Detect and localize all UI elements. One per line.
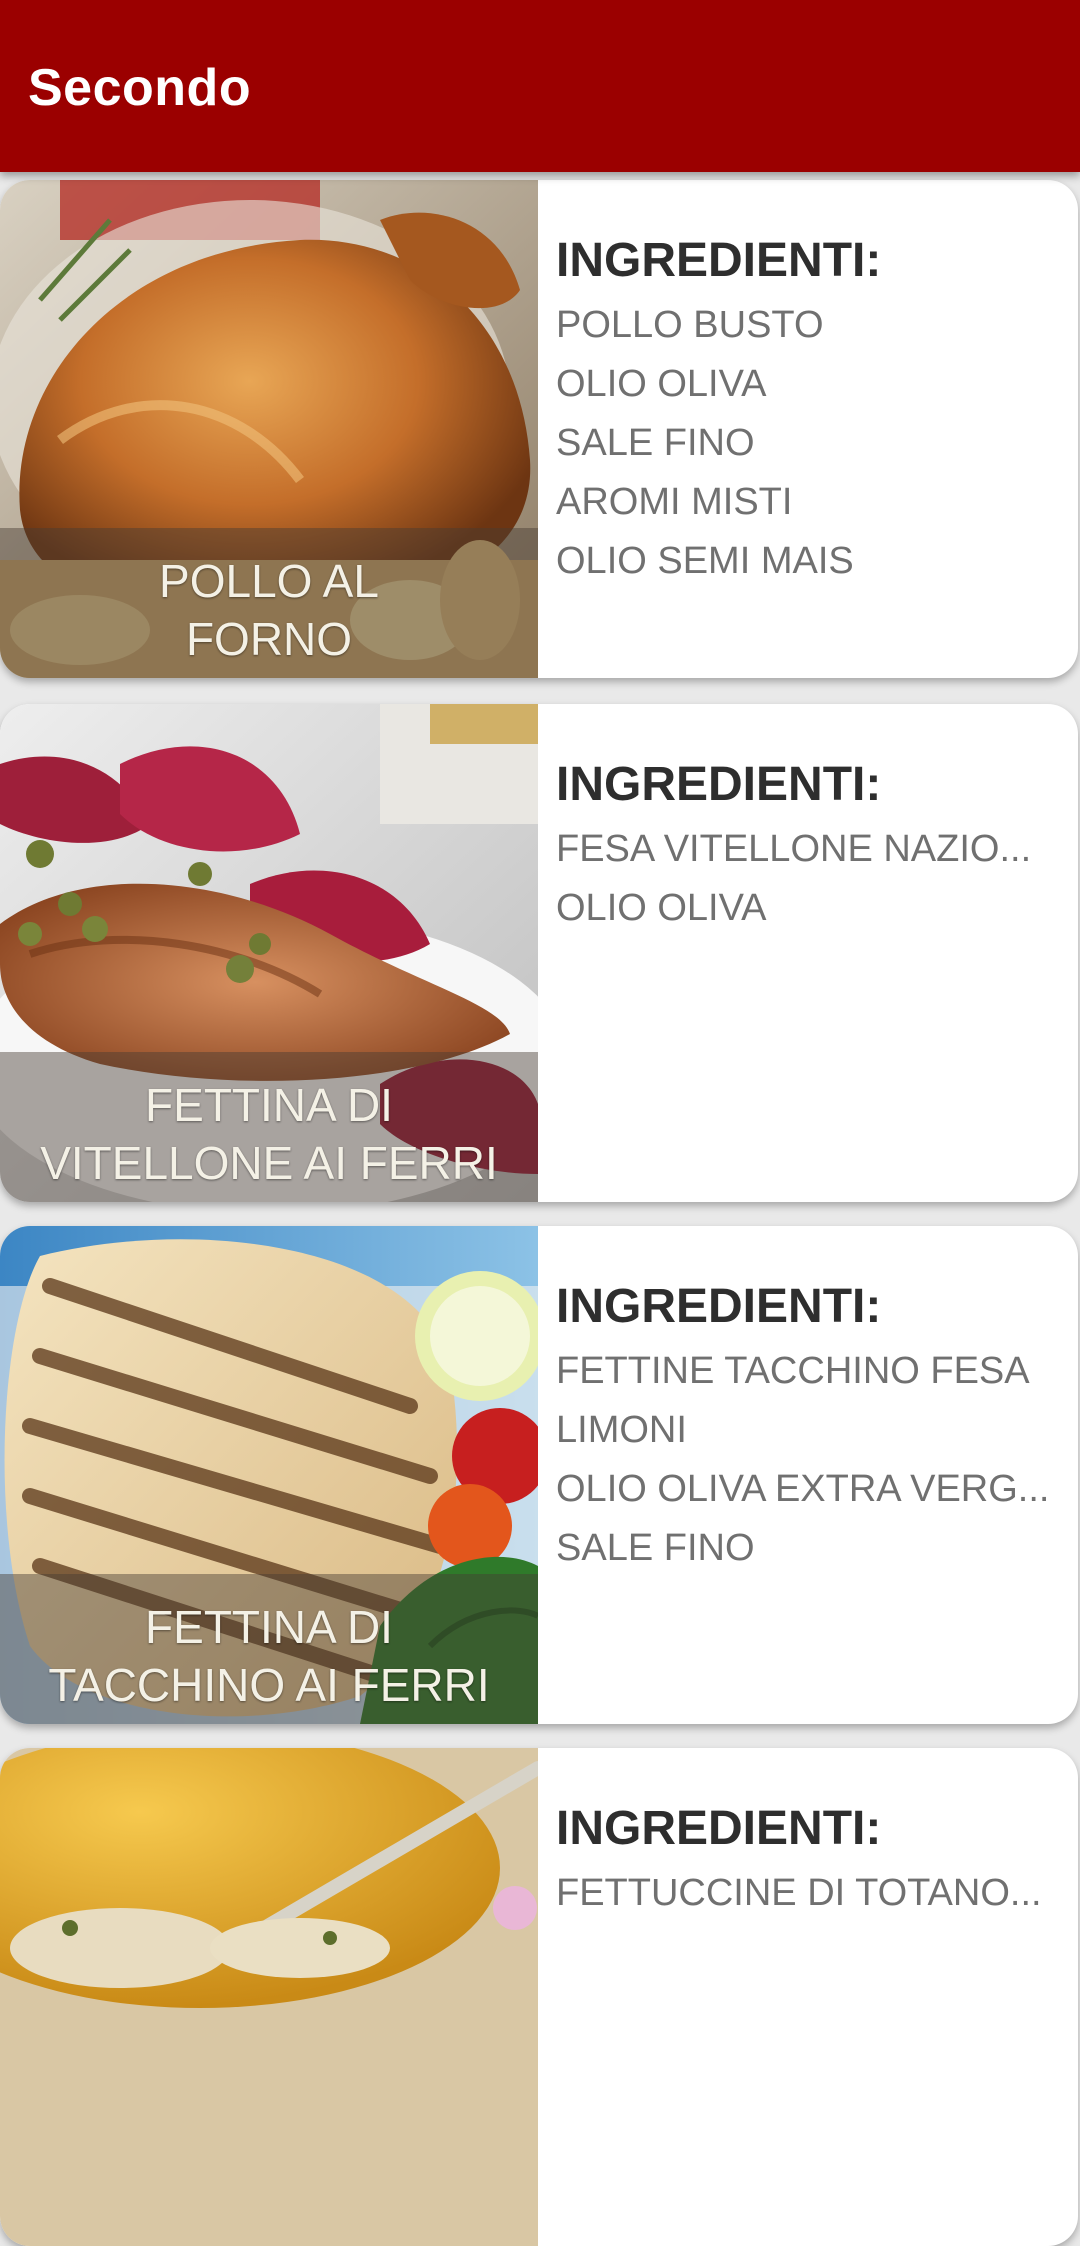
recipe-card-pollo-al-forno[interactable]: POLLO AL FORNO INGREDIENTI: POLLO BUSTO … xyxy=(0,180,1078,678)
ingredients-title: INGREDIENTI: xyxy=(556,1802,882,1855)
ingredient-item: POLLO BUSTO xyxy=(556,304,824,346)
ingredient-item: FETTUCCINE DI TOTANO... xyxy=(556,1872,1042,1914)
ingredients-title: INGREDIENTI: xyxy=(556,234,882,287)
ingredient-item: SALE FINO xyxy=(556,1527,755,1569)
ingredients-title: INGREDIENTI: xyxy=(556,1280,882,1333)
recipe-image-fettuccine-totano xyxy=(0,1748,538,2246)
recipe-name-line1: FETTINA DI xyxy=(145,1079,393,1131)
app-bar: Secondo xyxy=(0,0,1080,172)
ingredients-panel: INGREDIENTI: FETTUCCINE DI TOTANO... xyxy=(538,1748,1078,2246)
recipe-name: POLLO AL FORNO xyxy=(0,552,538,668)
ingredients-title: INGREDIENTI: xyxy=(556,758,882,811)
ingredient-item: OLIO SEMI MAIS xyxy=(556,540,854,582)
ingredient-item: LIMONI xyxy=(556,1409,687,1451)
recipe-card-fettina-tacchino[interactable]: FETTINA DI TACCHINO AI FERRI INGREDIENTI… xyxy=(0,1226,1078,1724)
recipe-name-line2: FORNO xyxy=(185,613,353,665)
ingredient-item: OLIO OLIVA EXTRA VERG... xyxy=(556,1468,1050,1510)
recipe-name-line1: FETTINA DI xyxy=(145,1601,393,1653)
ingredients-panel: INGREDIENTI: FETTINE TACCHINO FESA LIMON… xyxy=(538,1226,1078,1724)
recipe-card-fettina-vitellone[interactable]: FETTINA DI VITELLONE AI FERRI INGREDIENT… xyxy=(0,704,1078,1202)
page-title: Secondo xyxy=(28,59,252,117)
ingredient-item: FETTINE TACCHINO FESA xyxy=(556,1350,1030,1392)
ingredient-item: OLIO OLIVA xyxy=(556,363,767,405)
recipe-image-pollo-al-forno: POLLO AL FORNO xyxy=(0,180,538,678)
recipe-name: FETTINA DI TACCHINO AI FERRI xyxy=(0,1598,538,1714)
ingredient-item: SALE FINO xyxy=(556,422,755,464)
pasta-dish-photo xyxy=(0,1748,538,2246)
ingredients-panel: INGREDIENTI: FESA VITELLONE NAZIO... OLI… xyxy=(538,704,1078,1202)
recipe-name-line2: TACCHINO AI FERRI xyxy=(48,1659,490,1711)
recipe-list[interactable]: POLLO AL FORNO INGREDIENTI: POLLO BUSTO … xyxy=(0,172,1080,2246)
ingredient-item: OLIO OLIVA xyxy=(556,887,767,929)
ingredients-panel: INGREDIENTI: POLLO BUSTO OLIO OLIVA SALE… xyxy=(538,180,1078,678)
recipe-name-line1: POLLO AL xyxy=(159,555,379,607)
recipe-image-fettina-tacchino: FETTINA DI TACCHINO AI FERRI xyxy=(0,1226,538,1724)
ingredient-item: FESA VITELLONE NAZIO... xyxy=(556,828,1032,870)
recipe-card-fettuccine-totano[interactable]: INGREDIENTI: FETTUCCINE DI TOTANO... xyxy=(0,1748,1078,2246)
recipe-name-line2: VITELLONE AI FERRI xyxy=(40,1137,498,1189)
recipe-image-fettina-vitellone: FETTINA DI VITELLONE AI FERRI xyxy=(0,704,538,1202)
ingredient-item: AROMI MISTI xyxy=(556,481,793,523)
recipe-name: FETTINA DI VITELLONE AI FERRI xyxy=(0,1076,538,1192)
